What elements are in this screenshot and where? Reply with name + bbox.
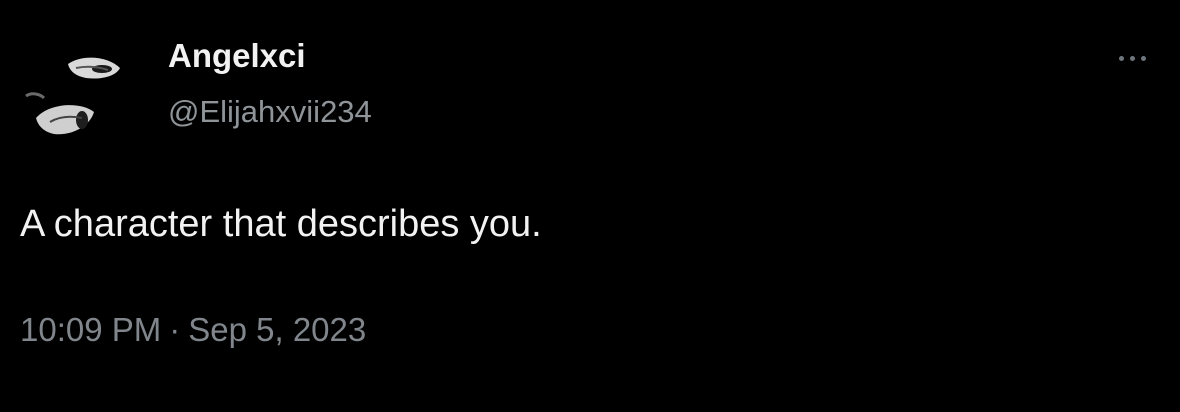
more-options-button[interactable] <box>1108 44 1156 72</box>
tweet-meta: 10:09 PM · Sep 5, 2023 <box>20 308 366 352</box>
more-horizontal-icon <box>1140 55 1146 61</box>
more-horizontal-icon <box>1118 55 1124 61</box>
tweet-text: A character that describes you. <box>20 203 542 245</box>
tweet-card: Angelxci @Elijahxvii234 A character that… <box>0 0 1180 412</box>
meta-separator: · <box>169 311 181 348</box>
user-handle[interactable]: @Elijahxvii234 <box>168 92 372 132</box>
avatar[interactable] <box>16 36 144 148</box>
profile-photo-icon <box>16 36 144 148</box>
tweet-date[interactable]: Sep 5, 2023 <box>188 311 366 348</box>
tweet-time[interactable]: 10:09 PM <box>20 311 161 348</box>
more-horizontal-icon <box>1129 55 1135 61</box>
display-name[interactable]: Angelxci <box>168 36 306 76</box>
